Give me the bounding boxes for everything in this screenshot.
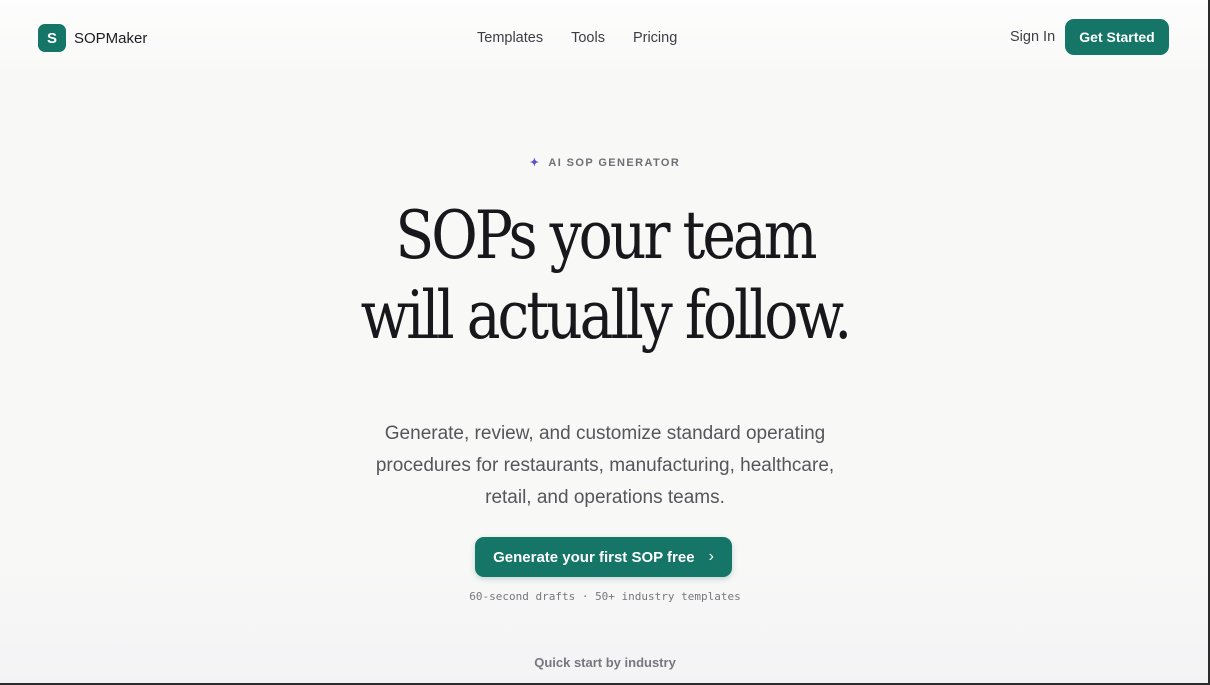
quick-start-heading: Quick start by industry [534, 655, 676, 670]
nav-templates[interactable]: Templates [477, 30, 543, 46]
hero-headline: SOPs your team will actually follow. [85, 196, 1126, 356]
nav-tools[interactable]: Tools [571, 30, 605, 46]
top-nav-bar: S SOPMaker Templates Tools Pricing Sign … [0, 0, 1208, 74]
nav-pricing[interactable]: Pricing [633, 30, 677, 46]
eyebrow-text: AI SOP GENERATOR [548, 157, 681, 169]
hero-meta: 60-second drafts · 50+ industry template… [469, 590, 741, 603]
logo-mark: S [38, 24, 66, 52]
generate-sop-button[interactable]: Generate your first SOP free › [475, 537, 732, 577]
brand-name: SOPMaker [74, 29, 148, 47]
page: S SOPMaker Templates Tools Pricing Sign … [0, 0, 1210, 685]
chevron-right-icon: › [708, 548, 714, 565]
main-nav: Templates Tools Pricing [477, 30, 705, 46]
brand-logo[interactable]: S SOPMaker [38, 24, 147, 52]
sign-in-link[interactable]: Sign In [1010, 29, 1055, 45]
headline-line-1: SOPs your team [395, 197, 817, 274]
generate-sop-label: Generate your first SOP free [493, 548, 695, 566]
headline-line-2: will actually follow. [360, 277, 853, 354]
hero-subtitle: Generate, review, and customize standard… [375, 423, 835, 508]
sparkle-icon: ✦ [529, 157, 541, 169]
hero-eyebrow: ✦ AI SOP GENERATOR [0, 156, 1208, 169]
get-started-button[interactable]: Get Started [1065, 19, 1169, 55]
